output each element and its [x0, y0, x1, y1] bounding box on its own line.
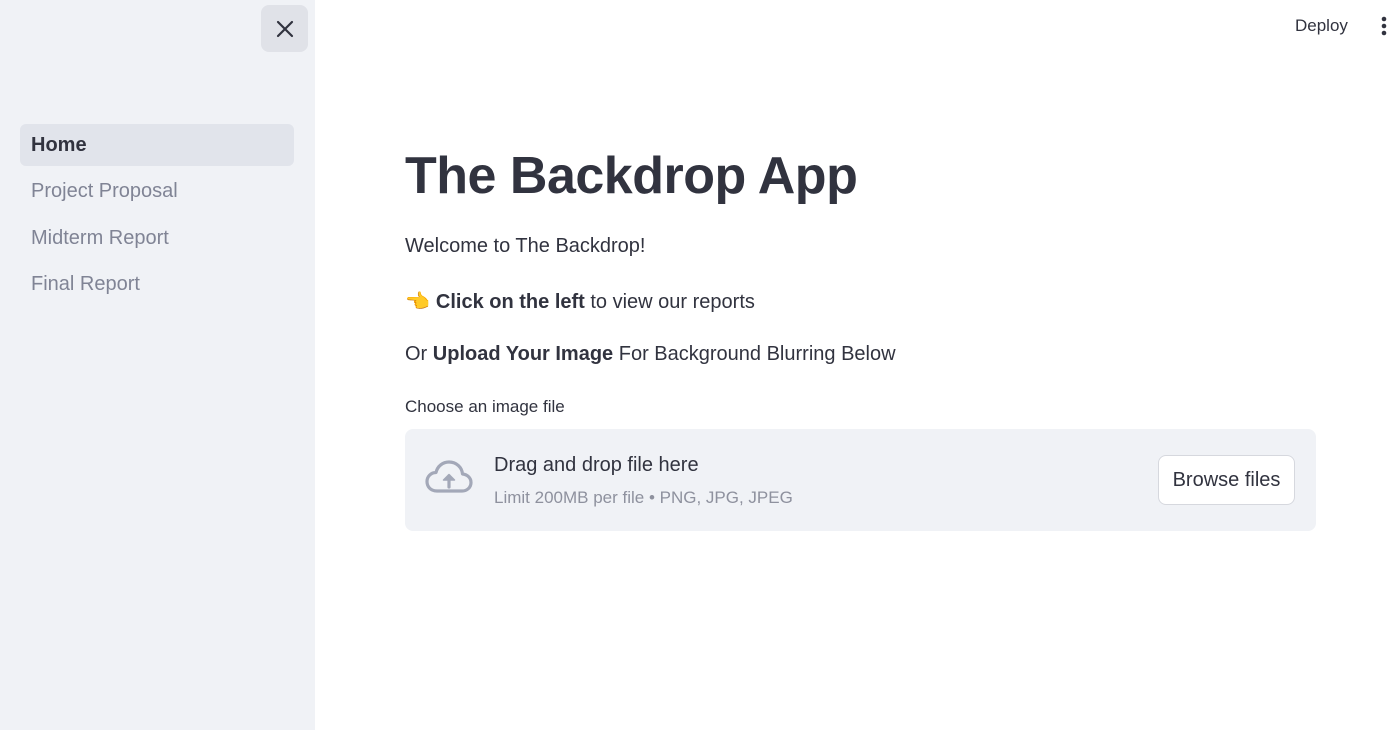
dropzone-limit: Limit 200MB per file • PNG, JPG, JPEG — [494, 488, 793, 507]
browse-files-button[interactable]: Browse files — [1158, 455, 1295, 505]
sidebar-item-label: Home — [31, 133, 87, 156]
dropzone-title: Drag and drop file here — [494, 454, 699, 476]
sidebar-nav: Home Project Proposal Midterm Report Fin… — [20, 124, 294, 310]
upload-prefix: Or — [405, 343, 433, 365]
sidebar-item-label: Midterm Report — [31, 226, 169, 249]
kebab-menu-icon — [1381, 16, 1387, 36]
sidebar-item-midterm-report[interactable]: Midterm Report — [20, 217, 294, 259]
hint-text: 👈 Click on the left to view our reports — [405, 289, 755, 314]
main-menu-button[interactable] — [1372, 10, 1396, 42]
page-title: The Backdrop App — [405, 147, 858, 205]
close-icon — [276, 20, 293, 37]
hint-rest: to view our reports — [584, 291, 755, 313]
hint-bold: Click on the left — [435, 291, 585, 313]
sidebar: Home Project Proposal Midterm Report Fin… — [0, 0, 315, 730]
close-sidebar-button[interactable] — [261, 5, 308, 52]
sidebar-item-label: Final Report — [31, 273, 140, 295]
upload-text: Or Upload Your Image For Background Blur… — [405, 343, 896, 366]
upload-rest: For Background Blurring Below — [613, 343, 896, 365]
uploader-label: Choose an image file — [405, 397, 565, 416]
deploy-button[interactable]: Deploy — [1283, 10, 1360, 42]
file-dropzone[interactable]: Drag and drop file here Limit 200MB per … — [405, 429, 1316, 531]
sidebar-item-label: Project Proposal — [31, 180, 178, 202]
welcome-text: Welcome to The Backdrop! — [405, 235, 646, 257]
sidebar-item-home[interactable]: Home — [20, 124, 294, 166]
cloud-upload-icon — [425, 460, 473, 493]
deploy-label: Deploy — [1295, 16, 1348, 35]
pointing-hand-icon: 👈 — [405, 291, 430, 313]
upload-bold: Upload Your Image — [432, 343, 614, 365]
sidebar-item-final-report[interactable]: Final Report — [20, 264, 294, 306]
sidebar-item-project-proposal[interactable]: Project Proposal — [20, 171, 294, 213]
browse-files-label: Browse files — [1172, 468, 1281, 491]
